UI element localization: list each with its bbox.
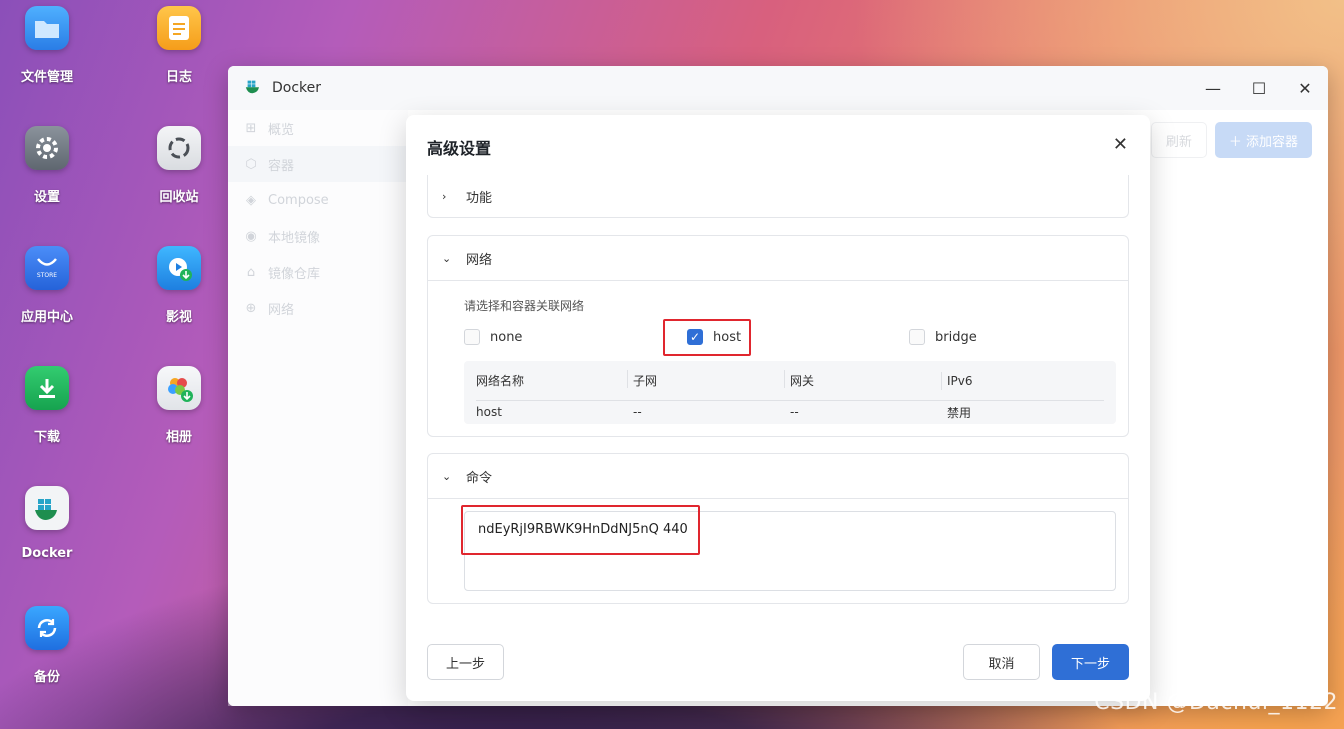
highlight-box — [461, 505, 700, 555]
desktop-icon-label: 文件管理 — [20, 70, 73, 85]
log-icon — [157, 6, 201, 50]
window-titlebar[interactable]: Docker — [228, 66, 1328, 110]
column-header: 子网 — [627, 370, 790, 389]
table-cell: host — [476, 405, 502, 419]
next-step-button[interactable]: 下一步 — [1052, 644, 1129, 680]
window-title: Docker — [272, 80, 322, 96]
network-table: 网络名称 子网 网关 IPv6 host -- -- 禁用 — [464, 361, 1116, 424]
desktop-icon-log[interactable]: 日志 — [134, 6, 224, 106]
section-features[interactable]: › 功能 — [427, 175, 1129, 218]
option-label: none — [490, 329, 523, 345]
desktop-icon-label: 相册 — [165, 430, 192, 445]
checkbox[interactable] — [909, 329, 925, 345]
desktop-icon-label: Docker — [21, 546, 73, 561]
desktop-icon-backup[interactable]: 备份 — [2, 606, 92, 706]
desktop-icon-recycle-bin[interactable]: 回收站 — [134, 126, 224, 226]
desktop-icon-video[interactable]: 影视 — [134, 246, 224, 346]
chevron-down-icon: ⌄ — [442, 469, 452, 483]
close-window-button[interactable]: ✕ — [1282, 66, 1328, 110]
folder-icon — [25, 6, 69, 50]
network-option-none[interactable]: none — [464, 329, 522, 345]
advanced-settings-dialog: 高级设置 ✕ › 功能 ⌄ 网络 请选择和容器关联网络 none ✓ host — [406, 115, 1150, 701]
close-icon[interactable]: ✕ — [1113, 135, 1128, 155]
desktop-icon-label: 应用中心 — [20, 310, 73, 325]
docker-icon — [244, 77, 262, 99]
minimize-button[interactable]: — — [1190, 66, 1236, 110]
desktop-icon-label: 设置 — [33, 190, 60, 205]
checkbox[interactable] — [464, 329, 480, 345]
network-hint: 请选择和容器关联网络 — [464, 299, 585, 313]
section-network: ⌄ 网络 请选择和容器关联网络 none ✓ host bridge 网络名称 … — [427, 235, 1129, 437]
chevron-down-icon: ⌄ — [442, 251, 452, 265]
chevron-right-icon: › — [442, 189, 447, 203]
table-cell: -- — [790, 405, 799, 419]
highlight-box — [663, 319, 751, 356]
section-command-header[interactable]: ⌄ 命令 — [428, 454, 1128, 498]
store-icon: STORE — [25, 246, 69, 290]
table-cell: -- — [633, 405, 642, 419]
section-title: 网络 — [466, 252, 493, 268]
section-command: ⌄ 命令 ndEyRjI9RBWK9HnDdNJ5nQ 440 — [427, 453, 1129, 604]
desktop-icon-label: 备份 — [33, 670, 60, 685]
column-header: 网络名称 — [476, 374, 525, 388]
maximize-button[interactable]: ☐ — [1236, 66, 1282, 110]
section-network-header[interactable]: ⌄ 网络 — [428, 236, 1128, 280]
dialog-title: 高级设置 — [427, 139, 492, 158]
desktop-icon-label: 日志 — [165, 70, 192, 85]
desktop-icon-settings[interactable]: 设置 — [2, 126, 92, 226]
store-badge: STORE — [36, 271, 58, 279]
column-header: 网关 — [784, 370, 947, 389]
desktop-icon-label: 下载 — [33, 430, 60, 445]
table-cell: 禁用 — [947, 405, 972, 420]
photos-icon — [157, 366, 201, 410]
desktop-icon-photos[interactable]: 相册 — [134, 366, 224, 466]
option-label: bridge — [935, 329, 977, 345]
cancel-button[interactable]: 取消 — [963, 644, 1040, 680]
desktop-icon-docker[interactable]: Docker — [2, 486, 92, 586]
gear-icon — [25, 126, 69, 170]
section-title: 命令 — [466, 470, 493, 486]
docker-icon — [25, 486, 69, 530]
network-option-bridge[interactable]: bridge — [909, 329, 977, 345]
desktop-icon-download[interactable]: 下载 — [2, 366, 92, 466]
desktop-icon-file-manager[interactable]: 文件管理 — [2, 6, 92, 106]
download-icon — [25, 366, 69, 410]
desktop-icon-label: 回收站 — [159, 190, 199, 205]
column-header: IPv6 — [941, 371, 1104, 390]
desktop-icon-app-center[interactable]: STORE 应用中心 — [2, 246, 92, 346]
table-header: 网络名称 子网 网关 IPv6 — [476, 361, 1104, 401]
prev-step-button[interactable]: 上一步 — [427, 644, 504, 680]
section-title: 功能 — [466, 190, 493, 206]
backup-icon — [25, 606, 69, 650]
desktop-icon-label: 影视 — [165, 310, 192, 325]
video-icon — [157, 246, 201, 290]
watermark: CSDN @Dachui_1122 — [1094, 690, 1338, 715]
table-row: host -- -- 禁用 — [476, 401, 1104, 423]
recycle-icon — [157, 126, 201, 170]
